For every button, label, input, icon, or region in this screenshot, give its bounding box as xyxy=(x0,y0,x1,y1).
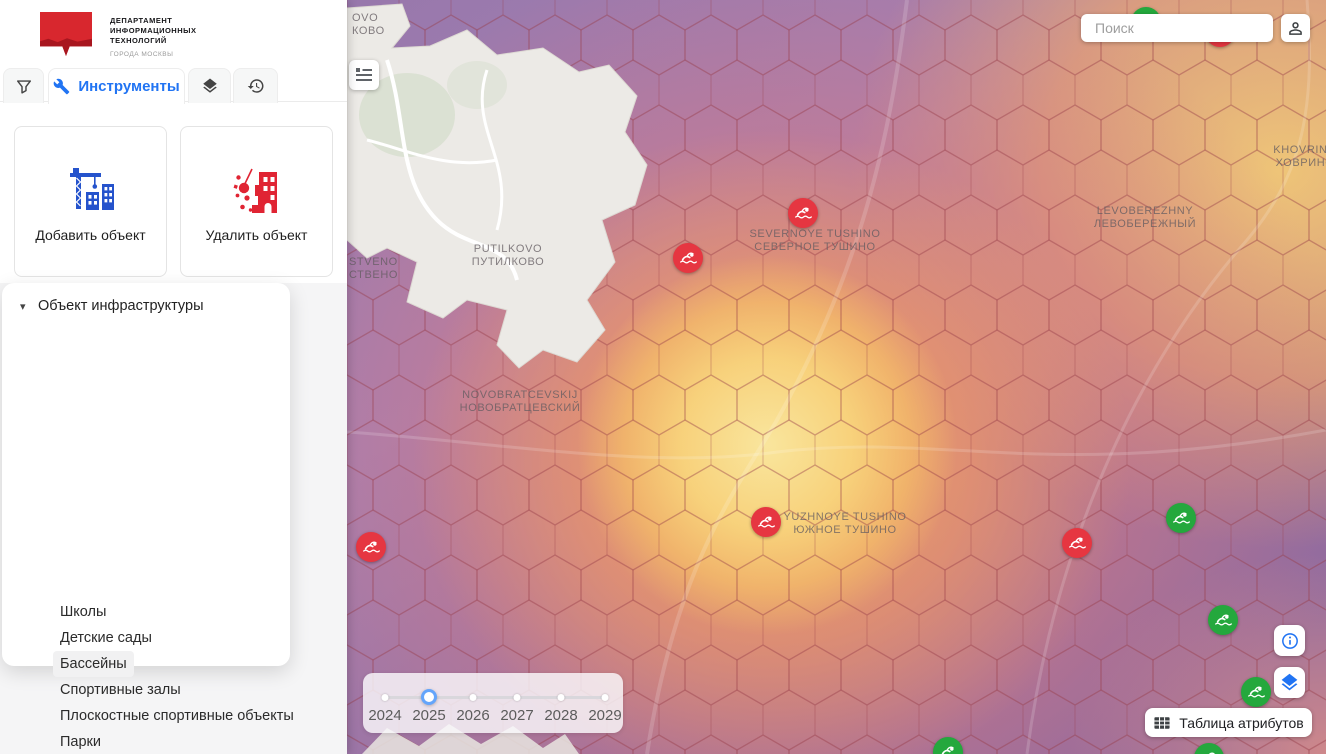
map-area-label: SEVERNOYE TUSHINOСЕВЕРНОЕ ТУШИНО xyxy=(749,228,880,254)
pool-marker-green[interactable] xyxy=(1166,503,1196,533)
swimmer-icon xyxy=(1247,683,1266,702)
department-logo: ДЕПАРТАМЕНТ ИНФОРМАЦИОННЫХ ТЕХНОЛОГИЙ ГО… xyxy=(40,12,197,58)
funnel-icon xyxy=(15,77,33,95)
pool-marker-red[interactable] xyxy=(1062,528,1092,558)
attributes-table-label: Таблица атрибутов xyxy=(1179,715,1303,731)
timeline-dot[interactable] xyxy=(558,694,565,701)
tree-item-flat-sports[interactable]: Плоскостные спортивные объекты xyxy=(60,703,294,729)
timeline-year[interactable]: 2024 xyxy=(363,707,407,724)
swimmer-icon xyxy=(362,538,381,557)
timeline-handle[interactable] xyxy=(421,689,437,705)
search-bar[interactable] xyxy=(1081,14,1273,42)
map-layers-button[interactable] xyxy=(1274,667,1305,698)
swimmer-icon xyxy=(757,513,776,532)
swimmer-icon xyxy=(939,743,958,754)
add-object-label: Добавить объект xyxy=(35,227,145,243)
tree-item-kindergartens[interactable]: Детские сады xyxy=(60,625,152,651)
timeline-year[interactable]: 2028 xyxy=(539,707,583,724)
pool-marker-green[interactable] xyxy=(1241,677,1271,707)
map-area-label: STVENOСТВЕНО xyxy=(349,256,398,282)
timeline-dot[interactable] xyxy=(470,694,477,701)
legend-list-icon xyxy=(349,60,379,90)
tree-item-schools[interactable]: Школы xyxy=(60,599,106,625)
map-area-label: KHOVRINOХОВРИНО xyxy=(1273,144,1326,170)
search-input[interactable] xyxy=(1095,20,1276,36)
history-clock-icon xyxy=(247,77,265,95)
tab-tools[interactable]: Инструменты xyxy=(48,68,185,104)
timeline-year[interactable]: 2027 xyxy=(495,707,539,724)
user-profile-button[interactable] xyxy=(1281,14,1310,42)
map-area-label: LEVOBEREZHNYЛЕВОБЕРЕЖНЫЙ xyxy=(1094,205,1196,231)
logo-title: ДЕПАРТАМЕНТ ИНФОРМАЦИОННЫХ ТЕХНОЛОГИЙ xyxy=(110,12,197,46)
caret-down-icon: ▾ xyxy=(20,300,26,313)
attributes-table-button[interactable]: Таблица атрибутов xyxy=(1145,708,1312,737)
timeline-dot[interactable] xyxy=(602,694,609,701)
timeline-dot[interactable] xyxy=(514,694,521,701)
add-object-button[interactable]: Добавить объект xyxy=(14,126,167,277)
legend-toggle-button[interactable] xyxy=(349,60,379,90)
demolition-building-icon xyxy=(230,163,284,221)
map-area-label: YUZHNOYE TUSHINOЮЖНОЕ ТУШИНО xyxy=(783,511,906,537)
map-canvas[interactable]: OVOКОВО PUTILKOVOПУТИЛКОВО SEVERNOYE TUS… xyxy=(347,0,1326,754)
left-sidebar: ДЕПАРТАМЕНТ ИНФОРМАЦИОННЫХ ТЕХНОЛОГИЙ ГО… xyxy=(0,0,347,754)
swimmer-icon xyxy=(794,204,813,223)
pool-marker-red[interactable] xyxy=(788,198,818,228)
timeline-year[interactable]: 2026 xyxy=(451,707,495,724)
pool-marker-red[interactable] xyxy=(673,243,703,273)
sidebar-tabbar: Инструменты xyxy=(0,66,347,102)
info-icon xyxy=(1280,631,1300,651)
tab-tools-label: Инструменты xyxy=(78,78,179,95)
tab-layers[interactable] xyxy=(188,68,231,103)
tree-root-infrastructure[interactable]: ▾ Объект инфраструктуры xyxy=(2,293,290,319)
swimmer-icon xyxy=(1200,749,1219,754)
tree-item-parks[interactable]: Парки xyxy=(60,729,101,754)
remove-object-label: Удалить объект xyxy=(206,227,308,243)
logo-subtitle: ГОРОДА МОСКВЫ xyxy=(110,51,197,58)
tab-filter[interactable] xyxy=(3,68,44,103)
swimmer-icon xyxy=(1214,611,1233,630)
tree-item-gyms[interactable]: Спортивные залы xyxy=(60,677,181,703)
pool-marker-green[interactable] xyxy=(1208,605,1238,635)
tree-item-pools[interactable]: Бассейны xyxy=(53,651,134,677)
pool-marker-red[interactable] xyxy=(356,532,386,562)
app-window: OVOКОВО PUTILKOVOПУТИЛКОВО SEVERNOYE TUS… xyxy=(0,0,1326,754)
timeline-year[interactable]: 2025 xyxy=(407,707,451,724)
user-icon xyxy=(1286,19,1305,38)
timeline-track[interactable] xyxy=(383,696,603,699)
year-timeline-slider[interactable]: 2024 2025 2026 2027 2028 2029 xyxy=(363,673,623,733)
heatmap-hex-overlay xyxy=(347,0,1326,754)
table-icon xyxy=(1153,715,1171,731)
pool-marker-red[interactable] xyxy=(751,507,781,537)
wrench-icon xyxy=(53,78,70,95)
swimmer-icon xyxy=(1172,509,1191,528)
map-area-label: OVOКОВО xyxy=(352,12,385,38)
map-area-label: NOVOBRATCEVSKIJНОВОБРАТЦЕВСКИЙ xyxy=(460,389,581,415)
map-area-label: PUTILKOVOПУТИЛКОВО xyxy=(472,243,545,269)
layers-icon xyxy=(201,77,219,95)
info-button[interactable] xyxy=(1274,625,1305,656)
moscow-dit-logo-icon xyxy=(40,12,92,56)
tab-history[interactable] xyxy=(233,68,278,103)
timeline-dot[interactable] xyxy=(382,694,389,701)
timeline-year[interactable]: 2029 xyxy=(583,707,627,724)
tree-root-label: Объект инфраструктуры xyxy=(38,298,204,314)
swimmer-icon xyxy=(679,249,698,268)
remove-object-button[interactable]: Удалить объект xyxy=(180,126,333,277)
infrastructure-tree-panel: ▾ Объект инфраструктуры Школы Детские са… xyxy=(2,283,290,666)
crane-building-icon xyxy=(64,163,118,221)
swimmer-icon xyxy=(1068,534,1087,553)
layers-icon xyxy=(1279,672,1300,693)
